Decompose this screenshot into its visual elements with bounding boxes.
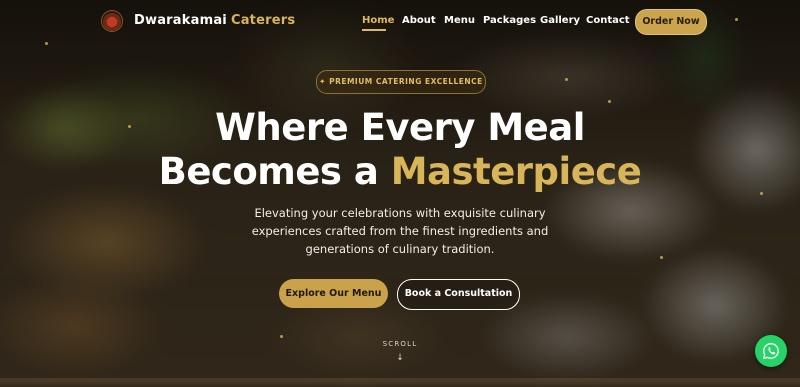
hero-title-line1: Where Every Meal xyxy=(215,106,585,149)
book-consultation-button[interactable]: Book a Consultation xyxy=(397,279,520,310)
whatsapp-icon xyxy=(762,342,779,360)
hero-subtitle: Elevating your celebrations with exquisi… xyxy=(251,206,549,256)
brand-name[interactable]: Dwarakamai Caterers xyxy=(134,13,295,28)
brand-name-primary: Dwarakamai xyxy=(134,13,227,28)
whatsapp-button[interactable] xyxy=(755,335,787,367)
hero-title-line2: Becomes a Masterpiece xyxy=(0,150,800,194)
restaurant-logo-icon[interactable] xyxy=(102,11,122,31)
nav-item-packages[interactable]: Packages xyxy=(483,15,536,26)
scroll-indicator-label[interactable]: SCROLL xyxy=(370,340,430,348)
sparkle-dot xyxy=(660,256,663,259)
nav-active-underline xyxy=(362,29,386,31)
nav-item-contact[interactable]: Contact xyxy=(586,15,630,26)
brand-name-accent: Caterers xyxy=(230,13,296,28)
hero-title-prefix: Becomes a xyxy=(158,150,379,193)
hero-badge: ✦ PREMIUM CATERING EXCELLENCE xyxy=(316,70,486,94)
sparkle-dot xyxy=(608,100,611,103)
nav-item-gallery[interactable]: Gallery xyxy=(540,15,580,26)
nav-item-home[interactable]: Home xyxy=(362,15,394,26)
order-now-button[interactable]: Order Now xyxy=(635,9,707,35)
sparkle-dot xyxy=(565,78,568,81)
nav-item-menu[interactable]: Menu xyxy=(444,15,475,26)
nav-item-about[interactable]: About xyxy=(402,15,436,26)
scroll-down-arrow-icon[interactable]: ↓ xyxy=(370,353,430,363)
explore-menu-button[interactable]: Explore Our Menu xyxy=(279,279,388,308)
top-navbar: Dwarakamai Caterers Home About Menu Packa… xyxy=(0,0,800,42)
sparkle-dot xyxy=(280,335,283,338)
hero-title-accent: Masterpiece xyxy=(390,150,642,193)
sparkle-dot xyxy=(45,42,48,45)
